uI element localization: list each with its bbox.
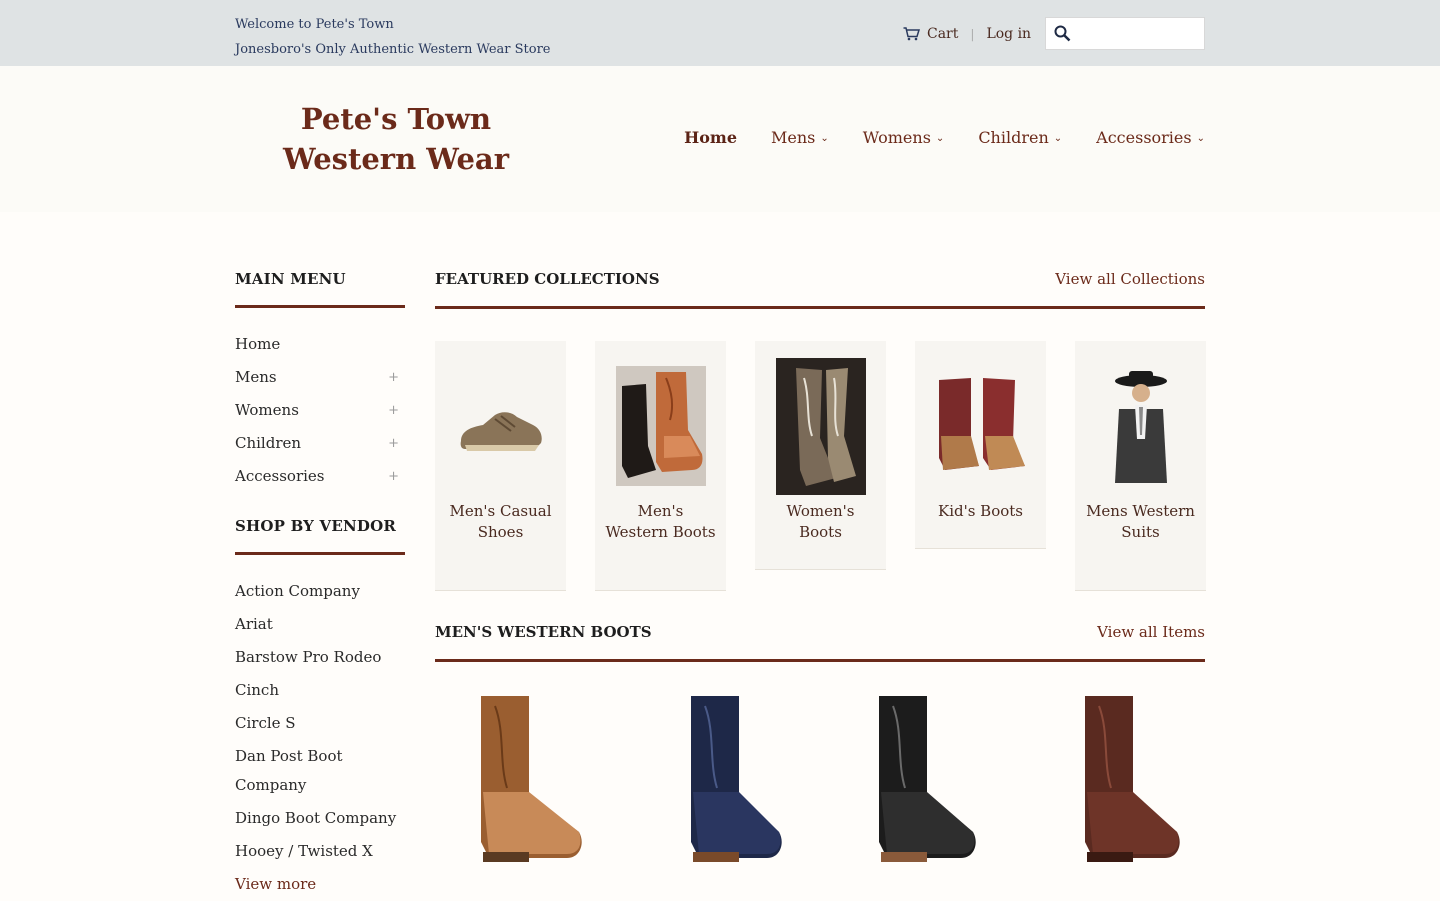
sidebar: MAIN MENU Home Mens + Womens + Children + A…: [235, 270, 405, 901]
main-content: FEATURED COLLECTIONS View all Collection…: [435, 270, 1206, 890]
western-boots-image: [615, 366, 706, 486]
vendor-link[interactable]: Action Company: [235, 575, 405, 608]
casual-shoe-image: [460, 412, 542, 451]
vendor-link[interactable]: Dan Post Boot Company: [235, 740, 405, 802]
main-nav: Home Mens ⌄ Womens ⌄ Children ⌄ Accessor…: [684, 128, 1205, 147]
section-title: MEN'S WESTERN BOOTS: [435, 623, 652, 641]
featured-collections-header: FEATURED COLLECTIONS View all Collection…: [435, 270, 1205, 309]
nav-accessories-label: Accessories: [1096, 128, 1192, 147]
section-title: FEATURED COLLECTIONS: [435, 270, 660, 288]
sidebar-item-label: Accessories: [235, 467, 325, 485]
top-bar: Welcome to Pete's Town Jonesboro's Only …: [0, 0, 1440, 66]
nav-mens[interactable]: Mens ⌄: [771, 128, 829, 147]
navy-boot-image: [691, 695, 782, 862]
login-link[interactable]: Log in: [986, 26, 1031, 42]
sidebar-item-label: Children: [235, 434, 302, 452]
vendor-link[interactable]: Circle S: [235, 707, 405, 740]
view-all-items-link[interactable]: View all Items: [1097, 623, 1205, 641]
collection-label: Men's Western Boots: [605, 502, 716, 541]
expand-plus-icon[interactable]: +: [388, 394, 405, 427]
product-card[interactable]: [835, 690, 1005, 865]
collection-image: [915, 341, 1046, 511]
nav-mens-label: Mens: [771, 128, 816, 147]
brown-boot-image: [1085, 695, 1180, 862]
chevron-down-icon: ⌄: [935, 133, 945, 144]
collection-label: Women's Boots: [786, 502, 855, 541]
chevron-down-icon: ⌄: [1196, 133, 1205, 144]
vendor-link[interactable]: Cinch: [235, 674, 405, 707]
vendor-title: SHOP BY VENDOR: [235, 517, 405, 555]
collection-image: [595, 341, 726, 511]
tan-ostrich-boot-image: [481, 695, 582, 862]
sidebar-item-label: Mens: [235, 368, 277, 386]
collection-image: [1075, 341, 1206, 511]
vendor-link[interactable]: Barstow Pro Rodeo: [235, 641, 405, 674]
cart-label: Cart: [927, 26, 959, 42]
chevron-down-icon: ⌄: [1053, 133, 1063, 144]
collection-card-womens-boots[interactable]: Women's Boots: [755, 341, 886, 570]
vendor-link[interactable]: Hooey / Twisted X: [235, 835, 405, 868]
nav-children-label: Children: [978, 128, 1049, 147]
sidebar-item-label: Womens: [235, 401, 299, 419]
sidebar-item-home[interactable]: Home: [235, 328, 405, 361]
sidebar-item-accessories[interactable]: Accessories +: [235, 460, 405, 493]
product-card[interactable]: [635, 690, 805, 865]
expand-plus-icon[interactable]: +: [388, 460, 405, 493]
site-logo[interactable]: Pete's Town Western Wear: [235, 99, 557, 179]
cart-link[interactable]: Cart: [903, 26, 958, 42]
vendor-link[interactable]: Ariat: [235, 608, 405, 641]
sidebar-item-label: Home: [235, 335, 281, 353]
view-all-collections-link[interactable]: View all Collections: [1055, 270, 1205, 288]
vendor-list: Action Company Ariat Barstow Pro Rodeo C…: [235, 575, 405, 901]
nav-accessories[interactable]: Accessories ⌄: [1096, 128, 1205, 147]
kids-boots-image: [938, 378, 1025, 470]
main-menu-list: Home Mens + Womens + Children + Accessories…: [235, 328, 405, 493]
collections-grid: Men's Casual Shoes Men's Western Boots W…: [435, 341, 1206, 623]
collection-label: Men's Casual Shoes: [449, 502, 552, 541]
mens-western-boots-header: MEN'S WESTERN BOOTS View all Items: [435, 623, 1205, 662]
cart-icon: [903, 27, 920, 41]
sidebar-item-mens[interactable]: Mens +: [235, 361, 405, 394]
collection-image: [435, 341, 566, 511]
welcome-message: Welcome to Pete's Town Jonesboro's Only …: [235, 12, 551, 62]
welcome-line-1: Welcome to Pete's Town: [235, 17, 394, 32]
collection-image: [755, 341, 886, 511]
collection-card-mens-western-suits[interactable]: Mens Western Suits: [1075, 341, 1206, 591]
expand-plus-icon[interactable]: +: [388, 361, 405, 394]
view-more-vendors-link[interactable]: View more: [235, 868, 405, 901]
vendor-link[interactable]: Dingo Boot Company: [235, 802, 405, 835]
search-input[interactable]: [1078, 22, 1198, 46]
womens-boots-image: [775, 357, 866, 495]
collection-card-mens-casual-shoes[interactable]: Men's Casual Shoes: [435, 341, 566, 591]
collection-label: Mens Western Suits: [1086, 502, 1195, 541]
main-menu-title: MAIN MENU: [235, 270, 405, 308]
site-header: Pete's Town Western Wear Home Mens ⌄ Wom…: [0, 66, 1440, 212]
account-links: Cart | Log in: [903, 24, 1031, 44]
nav-home-label: Home: [684, 128, 737, 147]
nav-home[interactable]: Home: [684, 128, 737, 147]
sidebar-item-womens[interactable]: Womens +: [235, 394, 405, 427]
product-grid: [435, 690, 1205, 890]
nav-womens[interactable]: Womens ⌄: [863, 128, 945, 147]
product-card[interactable]: [435, 690, 605, 865]
expand-plus-icon[interactable]: +: [388, 427, 405, 460]
collection-card-kids-boots[interactable]: Kid's Boots: [915, 341, 1046, 549]
collection-card-mens-western-boots[interactable]: Men's Western Boots: [595, 341, 726, 591]
collection-label: Kid's Boots: [937, 502, 1023, 520]
product-card[interactable]: [1035, 690, 1205, 865]
welcome-line-2: Jonesboro's Only Authentic Western Wear …: [235, 42, 551, 57]
black-boot-image: [879, 695, 976, 862]
sidebar-item-children[interactable]: Children +: [235, 427, 405, 460]
nav-womens-label: Womens: [862, 128, 931, 147]
western-suit-image: [1114, 371, 1167, 483]
search-icon[interactable]: [1054, 25, 1071, 42]
search-box[interactable]: [1045, 17, 1205, 50]
nav-children[interactable]: Children ⌄: [978, 128, 1062, 147]
chevron-down-icon: ⌄: [820, 133, 829, 144]
link-separator: |: [970, 27, 975, 41]
